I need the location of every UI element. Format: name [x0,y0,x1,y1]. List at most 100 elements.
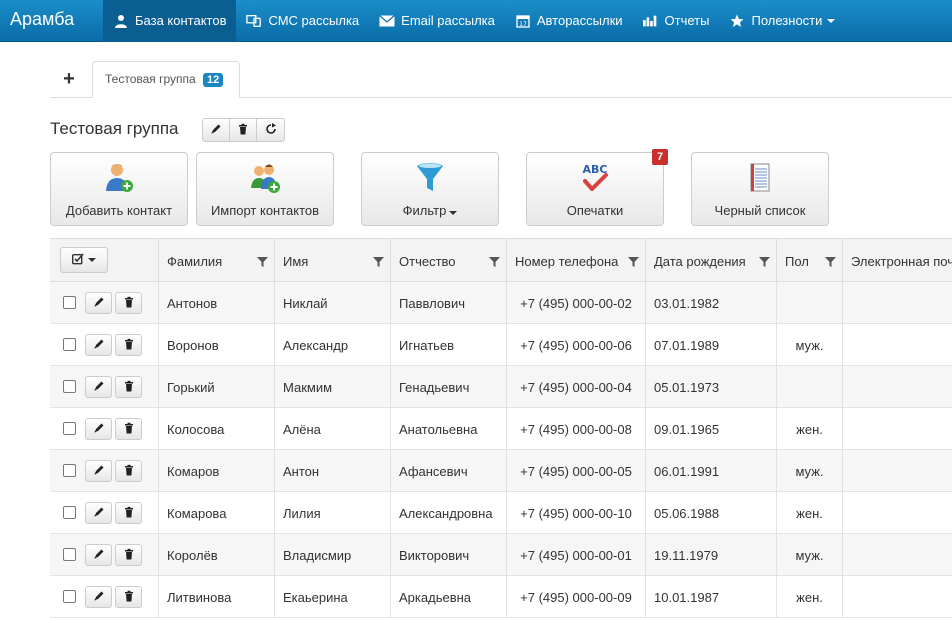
edit-row-button[interactable] [85,292,112,314]
delete-row-button[interactable] [115,334,142,356]
page-title: Тестовая группа [50,119,179,138]
add-tab-button[interactable]: + [57,68,81,92]
table-row[interactable]: Горький Макмим Генадьевич +7 (495) 000-00-0… [50,366,952,408]
brand-logo[interactable]: Арамба [10,9,74,30]
col-email-header[interactable]: Электронная почта [842,239,952,281]
edit-row-button[interactable] [85,376,112,398]
blacklist-label: Черный список [714,203,806,218]
edit-row-button[interactable] [85,544,112,566]
row-checkbox[interactable] [63,380,76,393]
nav-sms[interactable]: СМС рассылка [236,0,369,41]
add-contact-button[interactable]: Добавить контакт [50,152,188,226]
cell-phone: +7 (495) 000-00-06 [506,324,645,366]
check-square-icon [71,252,85,268]
edit-row-button[interactable] [85,460,112,482]
delete-row-button[interactable] [115,502,142,524]
edit-row-button[interactable] [85,418,112,440]
delete-group-button[interactable] [230,119,257,141]
refresh-group-button[interactable] [257,119,284,141]
filter-icon[interactable] [373,255,384,270]
table-row[interactable]: Королёв Владисмир Викторович +7 (495) 000-0… [50,534,952,576]
nav-auto[interactable]: 17 Авторассылки [505,0,633,41]
cell-first-name: Лилия [274,492,390,534]
column-header-label: Пол [785,254,809,269]
nav-reports[interactable]: Отчеты [633,0,720,41]
nav-contacts[interactable]: База контактов [103,0,237,41]
row-checkbox[interactable] [63,422,76,435]
row-checkbox[interactable] [63,296,76,309]
nav-useful-label: Полезности [751,13,823,28]
edit-group-button[interactable] [203,119,230,141]
filter-icon[interactable] [257,255,268,270]
delete-row-button[interactable] [115,376,142,398]
edit-row-button[interactable] [85,334,112,356]
row-checkbox[interactable] [63,590,76,603]
column-header-label: Дата рождения [654,254,746,269]
table-row[interactable]: Комаров Антон Афансевич +7 (495) 000-00-05 0… [50,450,952,492]
row-checkbox[interactable] [63,506,76,519]
trash-icon [123,380,135,395]
cell-email [842,324,952,366]
select-all-button[interactable] [60,247,108,273]
delete-row-button[interactable] [115,418,142,440]
delete-row-button[interactable] [115,460,142,482]
row-checkbox[interactable] [63,338,76,351]
filter-button[interactable]: Фильтр [361,152,499,226]
nav-reports-label: Отчеты [664,13,710,28]
col-phone-header[interactable]: Номер телефона [506,239,645,281]
cell-first-name: Владисмир [274,534,390,576]
filter-icon[interactable] [825,255,836,270]
filter-label-wrap: Фильтр [362,203,498,218]
row-checkbox[interactable] [63,548,76,561]
svg-text:17: 17 [519,21,527,28]
col-last-name-header[interactable]: Фамилия [158,239,274,281]
import-contacts-icon [248,161,282,195]
edit-row-button[interactable] [85,586,112,608]
nav-auto-label: Авторассылки [536,13,623,28]
notepad-icon [743,161,777,195]
trash-icon [123,506,135,521]
trash-icon [123,338,135,353]
trash-icon [123,296,135,311]
col-first-name-header[interactable]: Имя [274,239,390,281]
cell-last-name: Колосова [158,408,274,450]
filter-icon[interactable] [628,255,639,270]
typos-button[interactable]: ABC Опечатки [526,152,664,226]
row-checkbox[interactable] [63,464,76,477]
cell-last-name: Комаров [158,450,274,492]
filter-icon[interactable] [759,255,770,270]
top-navbar: Арамба База контактов СМС рассылка Email… [0,0,952,42]
col-middle-name-header[interactable]: Отчество [390,239,506,281]
col-birth-date-header[interactable]: Дата рождения [645,239,776,281]
nav-useful[interactable]: Полезности [719,0,845,41]
table-row[interactable]: Литвинова Екаьерина Аркадьевна +7 (495) 000… [50,576,952,618]
cell-birth-date: 03.01.1982 [645,282,776,324]
envelope-icon [379,13,396,29]
typos-label: Опечатки [566,203,624,218]
table-row[interactable]: Колосова Алёна Анатольевна +7 (495) 000-00-… [50,408,952,450]
table-row[interactable]: Воронов Александр Игнатьев +7 (495) 000-00-… [50,324,952,366]
cell-email [842,408,952,450]
table-row[interactable]: Комарова Лилия Александровна +7 (495) 000-0… [50,492,952,534]
cell-phone: +7 (495) 000-00-09 [506,576,645,618]
column-header-label: Фамилия [167,254,223,269]
table-header: Фамилия Имя Отчество Номер телефона Дата рож… [50,239,952,282]
col-gender-header[interactable]: Пол [776,239,842,281]
trash-icon [123,590,135,605]
chevron-down-icon [449,211,458,215]
filter-icon[interactable] [489,255,500,270]
edit-row-button[interactable] [85,502,112,524]
nav-sms-label: СМС рассылка [268,13,360,28]
cell-email [842,492,952,534]
pencil-icon [93,548,105,563]
blacklist-button[interactable]: Черный список [691,152,829,226]
table-row[interactable]: Антонов Никлай Паввлович +7 (495) 000-00-02… [50,282,952,324]
tab-test-group[interactable]: Тестовая группа 12 [92,61,240,98]
delete-row-button[interactable] [115,292,142,314]
delete-row-button[interactable] [115,544,142,566]
delete-row-button[interactable] [115,586,142,608]
nav-email[interactable]: Email рассылка [369,0,505,41]
cell-birth-date: 06.01.1991 [645,450,776,492]
cell-email [842,534,952,576]
import-contacts-button[interactable]: Импорт контактов [196,152,334,226]
